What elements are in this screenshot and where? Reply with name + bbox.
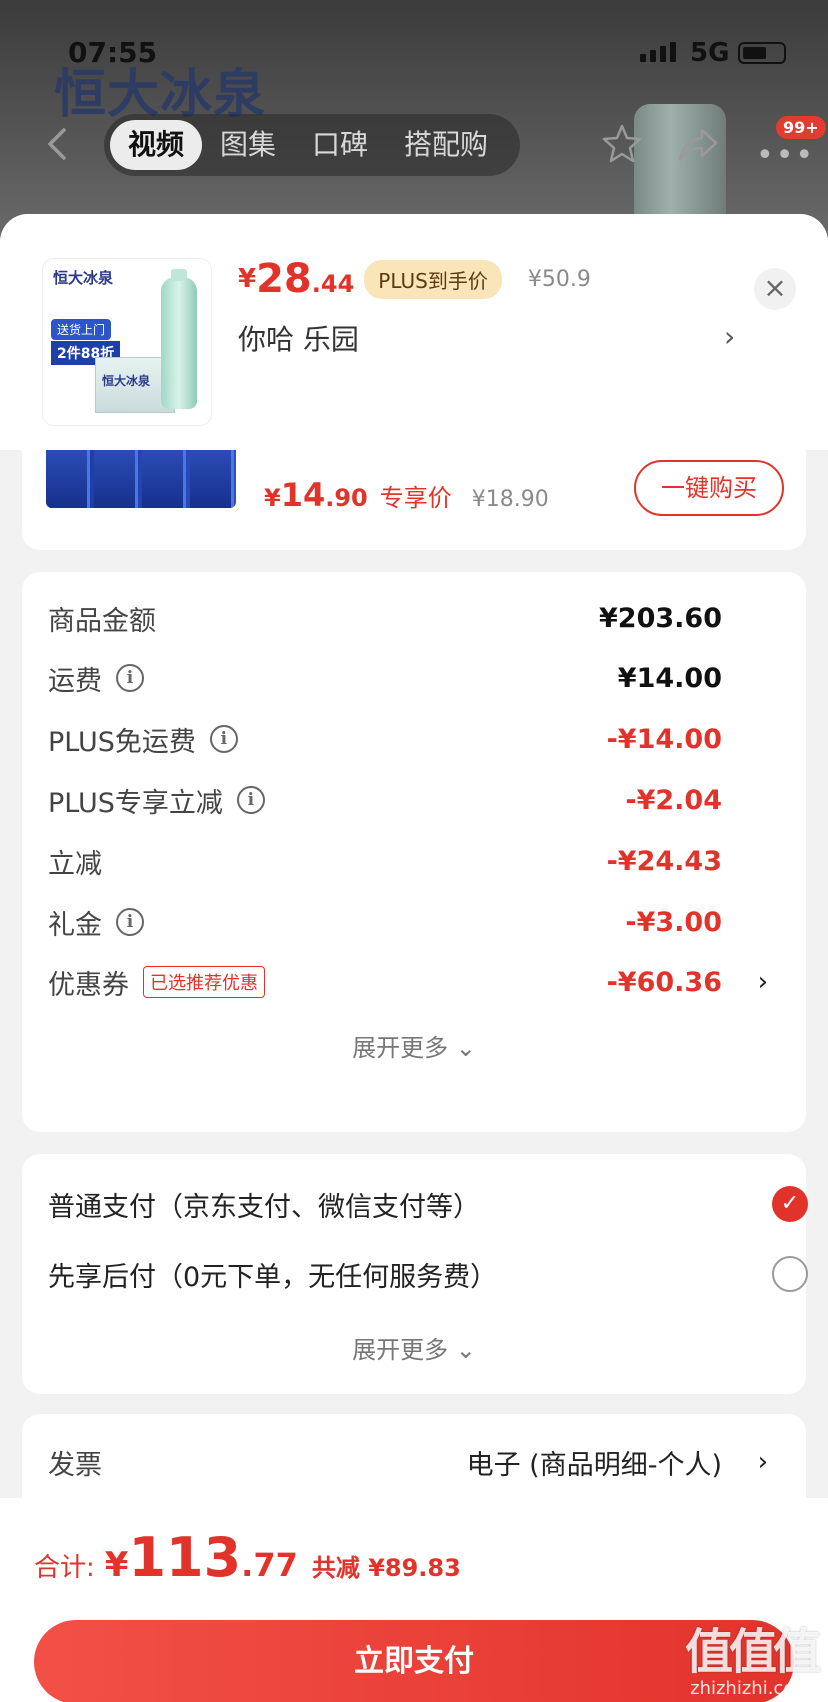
close-button[interactable]: × bbox=[754, 268, 796, 310]
thumb-logo: 恒大冰泉 bbox=[53, 269, 114, 287]
bundle-price-integer: 14 bbox=[280, 476, 326, 514]
watermark: 值值值 zhizhizhi.com bbox=[676, 1612, 826, 1699]
invoice-row[interactable]: 发票 电子 (商品明细-个人) › bbox=[48, 1442, 788, 1482]
summary-label: PLUS专享立减 bbox=[48, 787, 223, 819]
back-icon[interactable] bbox=[38, 124, 78, 164]
total-symbol: ¥ bbox=[104, 1545, 129, 1585]
summary-row-plus-discount: PLUS专享立减 i -¥2.04 bbox=[48, 780, 788, 820]
summary-row-goods: 商品金额 ¥203.60 bbox=[48, 598, 788, 638]
share-icon[interactable] bbox=[676, 122, 720, 166]
payment-option-label: 先享后付（0元下单，无任何服务费） bbox=[48, 1261, 498, 1293]
product-thumbnail: 恒大冰泉 送货上门 2件88折 恒大冰泉 bbox=[42, 258, 212, 426]
product-nav-tabs: 视频 图集 口碑 搭配购 bbox=[104, 114, 520, 176]
info-icon[interactable]: i bbox=[236, 786, 265, 814]
bundle-price-label: 专享价 bbox=[379, 484, 452, 512]
tab-bundle[interactable]: 搭配购 bbox=[386, 120, 506, 170]
plus-price-tag: PLUS到手价 bbox=[364, 259, 502, 299]
network-label: 5G bbox=[690, 38, 730, 68]
summary-label: PLUS免运费 bbox=[48, 726, 196, 758]
total-integer: 113 bbox=[128, 1526, 242, 1589]
battery-icon bbox=[738, 42, 786, 64]
bundle-original-price: ¥18.90 bbox=[471, 487, 549, 512]
invoice-value: 电子 (商品明细-个人) bbox=[466, 1449, 722, 1481]
summary-label: 立减 bbox=[48, 848, 102, 880]
more-icon[interactable]: ••• bbox=[756, 138, 815, 173]
payment-option-pay-later[interactable]: 先享后付（0元下单，无任何服务费） bbox=[48, 1254, 808, 1294]
order-summary-card: 商品金额 ¥203.60 运费 i ¥14.00 PLUS免运费 i -¥14.00… bbox=[22, 572, 806, 1132]
chevron-right-icon[interactable]: › bbox=[758, 967, 768, 997]
one-click-buy-button[interactable]: 一键购买 bbox=[634, 460, 784, 516]
summary-value: ¥203.60 bbox=[599, 602, 722, 634]
total-decimal: .77 bbox=[241, 1546, 298, 1584]
summary-row-gift-money: 礼金 i -¥3.00 bbox=[48, 902, 788, 942]
info-icon[interactable]: i bbox=[116, 664, 144, 692]
summary-row-coupon[interactable]: 优惠券 已选推荐优惠 -¥60.36 › bbox=[48, 962, 788, 1002]
product-summary-header: 恒大冰泉 送货上门 2件88折 恒大冰泉 ¥ 28 .44 PLUS到手价 ¥5… bbox=[0, 214, 828, 450]
thumb-promo-delivery: 送货上门 bbox=[51, 319, 112, 340]
signal-icon bbox=[640, 42, 676, 62]
product-price-row: ¥ 28 .44 PLUS到手价 ¥50.9 bbox=[238, 254, 591, 304]
summary-value: -¥2.04 bbox=[625, 784, 722, 816]
watermark-logo: 值值值 bbox=[684, 1624, 821, 1680]
delivery-address[interactable]: 你哈 乐园 bbox=[238, 318, 359, 358]
total-saving: 共减 ¥89.83 bbox=[311, 1554, 461, 1582]
summary-label: 礼金 bbox=[48, 909, 102, 941]
summary-label: 优惠券 bbox=[48, 969, 129, 1001]
radio-unselected-icon[interactable] bbox=[772, 1256, 808, 1292]
summary-row-plus-free-shipping: PLUS免运费 i -¥14.00 bbox=[48, 719, 788, 759]
checkmark-selected-icon[interactable]: ✓ bbox=[772, 1186, 808, 1222]
total-label: 合计: bbox=[34, 1553, 95, 1583]
summary-label: 运费 bbox=[48, 665, 102, 697]
price-decimal: .44 bbox=[311, 270, 355, 298]
summary-value: -¥24.43 bbox=[606, 845, 722, 877]
summary-value: -¥14.00 bbox=[606, 723, 722, 755]
status-time: 07:55 bbox=[68, 36, 158, 69]
summary-row-instant-discount: 立减 -¥24.43 bbox=[48, 841, 788, 881]
bundle-price-row: ¥ 14 .90 专享价 ¥18.90 bbox=[264, 476, 549, 514]
expand-more-summary[interactable]: 展开更多 ⌄ bbox=[22, 1028, 806, 1063]
coupon-recommend-tag: 已选推荐优惠 bbox=[143, 966, 265, 998]
tab-gallery[interactable]: 图集 bbox=[202, 120, 294, 170]
close-icon: × bbox=[763, 271, 787, 304]
price-integer: 28 bbox=[256, 256, 312, 302]
summary-row-shipping: 运费 i ¥14.00 bbox=[48, 658, 788, 698]
checkout-sheet: 恒大冰泉 送货上门 2件88折 恒大冰泉 ¥ 28 .44 PLUS到手价 ¥5… bbox=[0, 214, 828, 1702]
product-page-backdrop: 恒大冰泉 07:55 5G 视频 图集 口碑 搭配购 ••• 99+ bbox=[0, 0, 828, 240]
expand-more-payment[interactable]: 展开更多 ⌄ bbox=[22, 1330, 806, 1365]
bundle-price-symbol: ¥ bbox=[264, 484, 281, 512]
watermark-text: zhizhizhi.com bbox=[690, 1678, 812, 1699]
summary-value: -¥3.00 bbox=[625, 906, 722, 938]
chevron-right-icon[interactable]: › bbox=[758, 1447, 768, 1477]
total-amount: 合计: ¥ 113 .77 共减 ¥89.83 bbox=[34, 1526, 461, 1589]
info-icon[interactable]: i bbox=[209, 725, 238, 753]
invoice-label: 发票 bbox=[48, 1449, 102, 1481]
summary-label: 商品金额 bbox=[48, 605, 156, 637]
tab-video[interactable]: 视频 bbox=[110, 120, 203, 170]
summary-value: -¥60.36 bbox=[606, 966, 722, 998]
info-icon[interactable]: i bbox=[116, 908, 144, 936]
original-price: ¥50.9 bbox=[527, 266, 591, 292]
summary-value: ¥14.00 bbox=[617, 662, 722, 694]
cart-badge: 99+ bbox=[776, 116, 826, 139]
payment-option-label: 普通支付（京东支付、微信支付等） bbox=[48, 1191, 480, 1223]
payment-method-card: 普通支付（京东支付、微信支付等） ✓ 先享后付（0元下单，无任何服务费） 展开更… bbox=[22, 1154, 808, 1394]
thumb-bottle-image bbox=[161, 269, 197, 409]
bundle-price-decimal: .90 bbox=[325, 484, 368, 512]
price-symbol: ¥ bbox=[238, 264, 257, 294]
payment-option-standard[interactable]: 普通支付（京东支付、微信支付等） ✓ bbox=[48, 1184, 808, 1224]
favorite-star-icon[interactable] bbox=[600, 122, 644, 166]
chevron-right-icon[interactable]: › bbox=[724, 320, 735, 353]
status-bar: 07:55 5G bbox=[0, 0, 828, 100]
tab-reviews[interactable]: 口碑 bbox=[294, 120, 386, 170]
